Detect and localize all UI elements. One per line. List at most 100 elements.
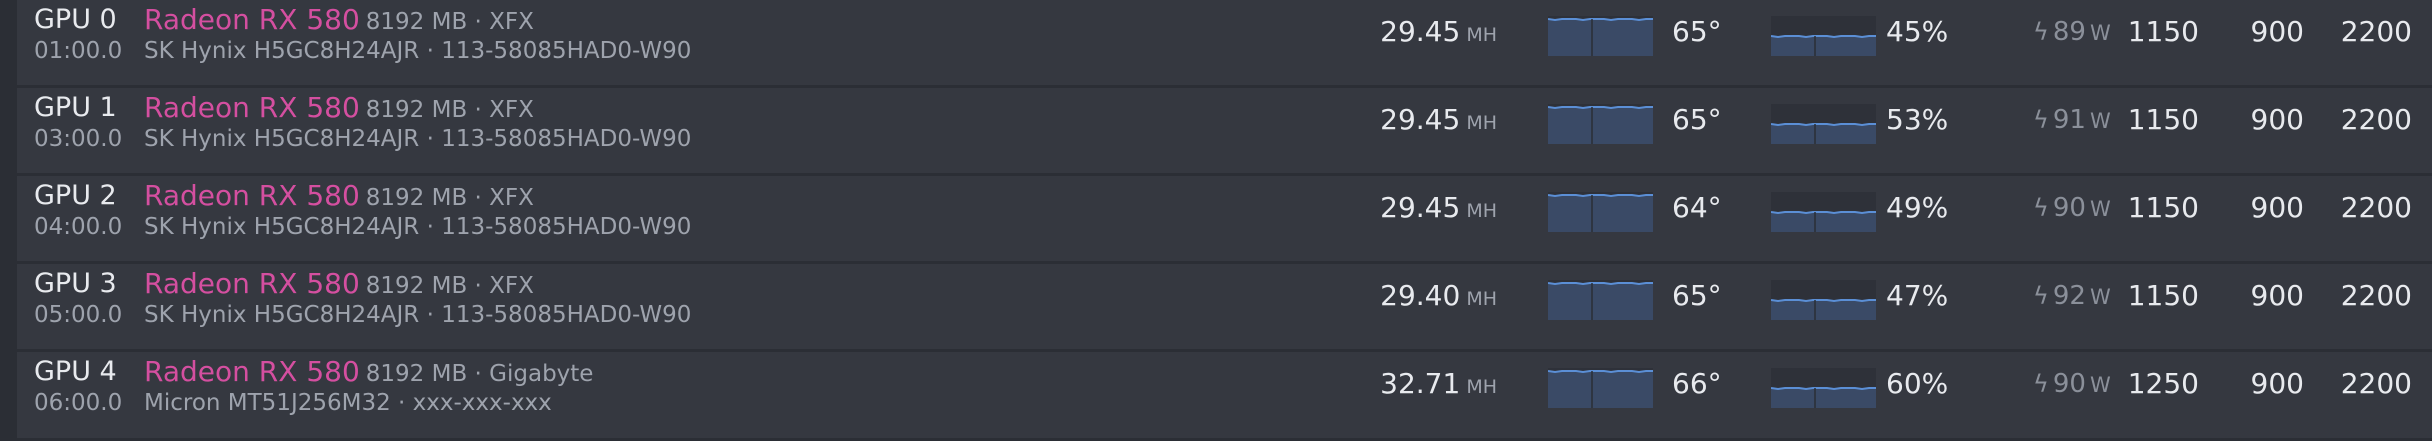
lightning-bolt-icon: ϟ bbox=[2033, 282, 2049, 310]
gpu-bus-id: 01:00.0 bbox=[34, 38, 123, 64]
gpu-memory-type: SK Hynix H5GC8H24AJR · 113-58085HAD0-W90 bbox=[144, 38, 692, 64]
fan-sparkline bbox=[1771, 104, 1876, 144]
hashrate-unit: MH bbox=[1466, 288, 1497, 310]
hashrate-value: 29.40 bbox=[1380, 279, 1461, 312]
fan-sparkline bbox=[1771, 280, 1876, 320]
gpu-id: GPU 0 bbox=[34, 4, 117, 35]
gpu-memory-type: SK Hynix H5GC8H24AJR · 113-58085HAD0-W90 bbox=[144, 214, 692, 240]
memory-clock: 900 bbox=[2250, 367, 2304, 400]
power-unit: W bbox=[2089, 197, 2111, 221]
hashrate-unit: MH bbox=[1466, 24, 1497, 46]
gpu-row[interactable]: GPU 3 05:00.0 Radeon RX 580 8192 MB · XFX… bbox=[17, 264, 2432, 349]
power-value: 90 bbox=[2052, 369, 2086, 399]
memory-clock: 900 bbox=[2250, 103, 2304, 136]
gpu-model-line: Radeon RX 580 8192 MB · Gigabyte bbox=[144, 355, 593, 388]
core-clock: 1250 bbox=[2127, 367, 2199, 400]
power-draw: ϟ 92 W bbox=[2033, 281, 2111, 311]
gpu-table: GPU 0 01:00.0 Radeon RX 580 8192 MB · XFX… bbox=[17, 0, 2432, 441]
power-value: 92 bbox=[2052, 281, 2086, 311]
gpu-bus-id: 04:00.0 bbox=[34, 214, 123, 240]
power-draw: ϟ 91 W bbox=[2033, 105, 2111, 135]
gpu-bus-id: 05:00.0 bbox=[34, 302, 123, 328]
gpu-bus-id: 03:00.0 bbox=[34, 126, 123, 152]
lightning-bolt-icon: ϟ bbox=[2033, 370, 2049, 398]
core-clock: 1150 bbox=[2127, 279, 2199, 312]
gpu-memory-type: SK Hynix H5GC8H24AJR · 113-58085HAD0-W90 bbox=[144, 126, 692, 152]
hashrate: 29.45 MH bbox=[1380, 15, 1497, 48]
power-value: 89 bbox=[2052, 17, 2086, 47]
hashrate-value: 29.45 bbox=[1380, 191, 1461, 224]
gpu-model[interactable]: Radeon RX 580 bbox=[144, 267, 360, 300]
power-value: 91 bbox=[2052, 105, 2086, 135]
hashrate: 32.71 MH bbox=[1380, 367, 1497, 400]
gpu-memory-vendor: 8192 MB · XFX bbox=[365, 185, 534, 211]
hashrate-value: 29.45 bbox=[1380, 15, 1461, 48]
gpu-memory-vendor: 8192 MB · XFX bbox=[365, 273, 534, 299]
gpu-memory-vendor: 8192 MB · XFX bbox=[365, 97, 534, 123]
fan-speed: 53% bbox=[1886, 103, 1949, 136]
memory-clock: 900 bbox=[2250, 15, 2304, 48]
power-draw: ϟ 90 W bbox=[2033, 193, 2111, 223]
lightning-bolt-icon: ϟ bbox=[2033, 18, 2049, 46]
temperature-sparkline bbox=[1548, 16, 1653, 56]
power-unit: W bbox=[2089, 21, 2111, 45]
temperature-sparkline bbox=[1548, 192, 1653, 232]
temperature-sparkline bbox=[1548, 368, 1653, 408]
gpu-model-line: Radeon RX 580 8192 MB · XFX bbox=[144, 91, 534, 124]
hashrate-value: 29.45 bbox=[1380, 103, 1461, 136]
gpu-row[interactable]: GPU 1 03:00.0 Radeon RX 580 8192 MB · XFX… bbox=[17, 88, 2432, 173]
gpu-model-line: Radeon RX 580 8192 MB · XFX bbox=[144, 267, 534, 300]
temperature-sparkline bbox=[1548, 104, 1653, 144]
temperature: 64° bbox=[1672, 191, 1722, 224]
gpu-id: GPU 3 bbox=[34, 268, 117, 299]
gpu-model[interactable]: Radeon RX 580 bbox=[144, 355, 360, 388]
gpu-row[interactable]: GPU 2 04:00.0 Radeon RX 580 8192 MB · XFX… bbox=[17, 176, 2432, 261]
gpu-bus-id: 06:00.0 bbox=[34, 390, 123, 416]
gpu-memory-vendor: 8192 MB · XFX bbox=[365, 9, 534, 35]
power-unit: W bbox=[2089, 373, 2111, 397]
temperature-sparkline bbox=[1548, 280, 1653, 320]
temperature: 65° bbox=[1672, 15, 1722, 48]
memory-clock: 900 bbox=[2250, 279, 2304, 312]
temperature: 65° bbox=[1672, 103, 1722, 136]
hashrate: 29.45 MH bbox=[1380, 103, 1497, 136]
gpu-model[interactable]: Radeon RX 580 bbox=[144, 3, 360, 36]
hashrate-unit: MH bbox=[1466, 112, 1497, 134]
power-draw: ϟ 89 W bbox=[2033, 17, 2111, 47]
power-unit: W bbox=[2089, 285, 2111, 309]
lightning-bolt-icon: ϟ bbox=[2033, 194, 2049, 222]
core-clock: 1150 bbox=[2127, 191, 2199, 224]
fan-speed: 45% bbox=[1886, 15, 1949, 48]
gpu-row[interactable]: GPU 0 01:00.0 Radeon RX 580 8192 MB · XFX… bbox=[17, 0, 2432, 85]
fan-speed: 60% bbox=[1886, 367, 1949, 400]
gpu-model[interactable]: Radeon RX 580 bbox=[144, 91, 360, 124]
gpu-model-line: Radeon RX 580 8192 MB · XFX bbox=[144, 179, 534, 212]
power-unit: W bbox=[2089, 109, 2111, 133]
gpu-id: GPU 1 bbox=[34, 92, 117, 123]
core-clock: 1150 bbox=[2127, 103, 2199, 136]
lightning-bolt-icon: ϟ bbox=[2033, 106, 2049, 134]
power-draw: ϟ 90 W bbox=[2033, 369, 2111, 399]
memory-clock: 900 bbox=[2250, 191, 2304, 224]
power-value: 90 bbox=[2052, 193, 2086, 223]
gpu-id: GPU 2 bbox=[34, 180, 117, 211]
temperature: 66° bbox=[1672, 367, 1722, 400]
voltage: 2200 bbox=[2340, 103, 2412, 136]
fan-speed: 49% bbox=[1886, 191, 1949, 224]
gpu-memory-type: SK Hynix H5GC8H24AJR · 113-58085HAD0-W90 bbox=[144, 302, 692, 328]
fan-sparkline bbox=[1771, 192, 1876, 232]
gpu-id: GPU 4 bbox=[34, 356, 117, 387]
voltage: 2200 bbox=[2340, 15, 2412, 48]
hashrate: 29.40 MH bbox=[1380, 279, 1497, 312]
fan-speed: 47% bbox=[1886, 279, 1949, 312]
gpu-memory-vendor: 8192 MB · Gigabyte bbox=[365, 361, 594, 387]
fan-sparkline bbox=[1771, 16, 1876, 56]
gpu-model-line: Radeon RX 580 8192 MB · XFX bbox=[144, 3, 534, 36]
hashrate-unit: MH bbox=[1466, 200, 1497, 222]
hashrate-unit: MH bbox=[1466, 376, 1497, 398]
gpu-memory-type: Micron MT51J256M32 · xxx-xxx-xxx bbox=[144, 390, 552, 416]
gpu-model[interactable]: Radeon RX 580 bbox=[144, 179, 360, 212]
temperature: 65° bbox=[1672, 279, 1722, 312]
core-clock: 1150 bbox=[2127, 15, 2199, 48]
gpu-row[interactable]: GPU 4 06:00.0 Radeon RX 580 8192 MB · Gig… bbox=[17, 352, 2432, 438]
